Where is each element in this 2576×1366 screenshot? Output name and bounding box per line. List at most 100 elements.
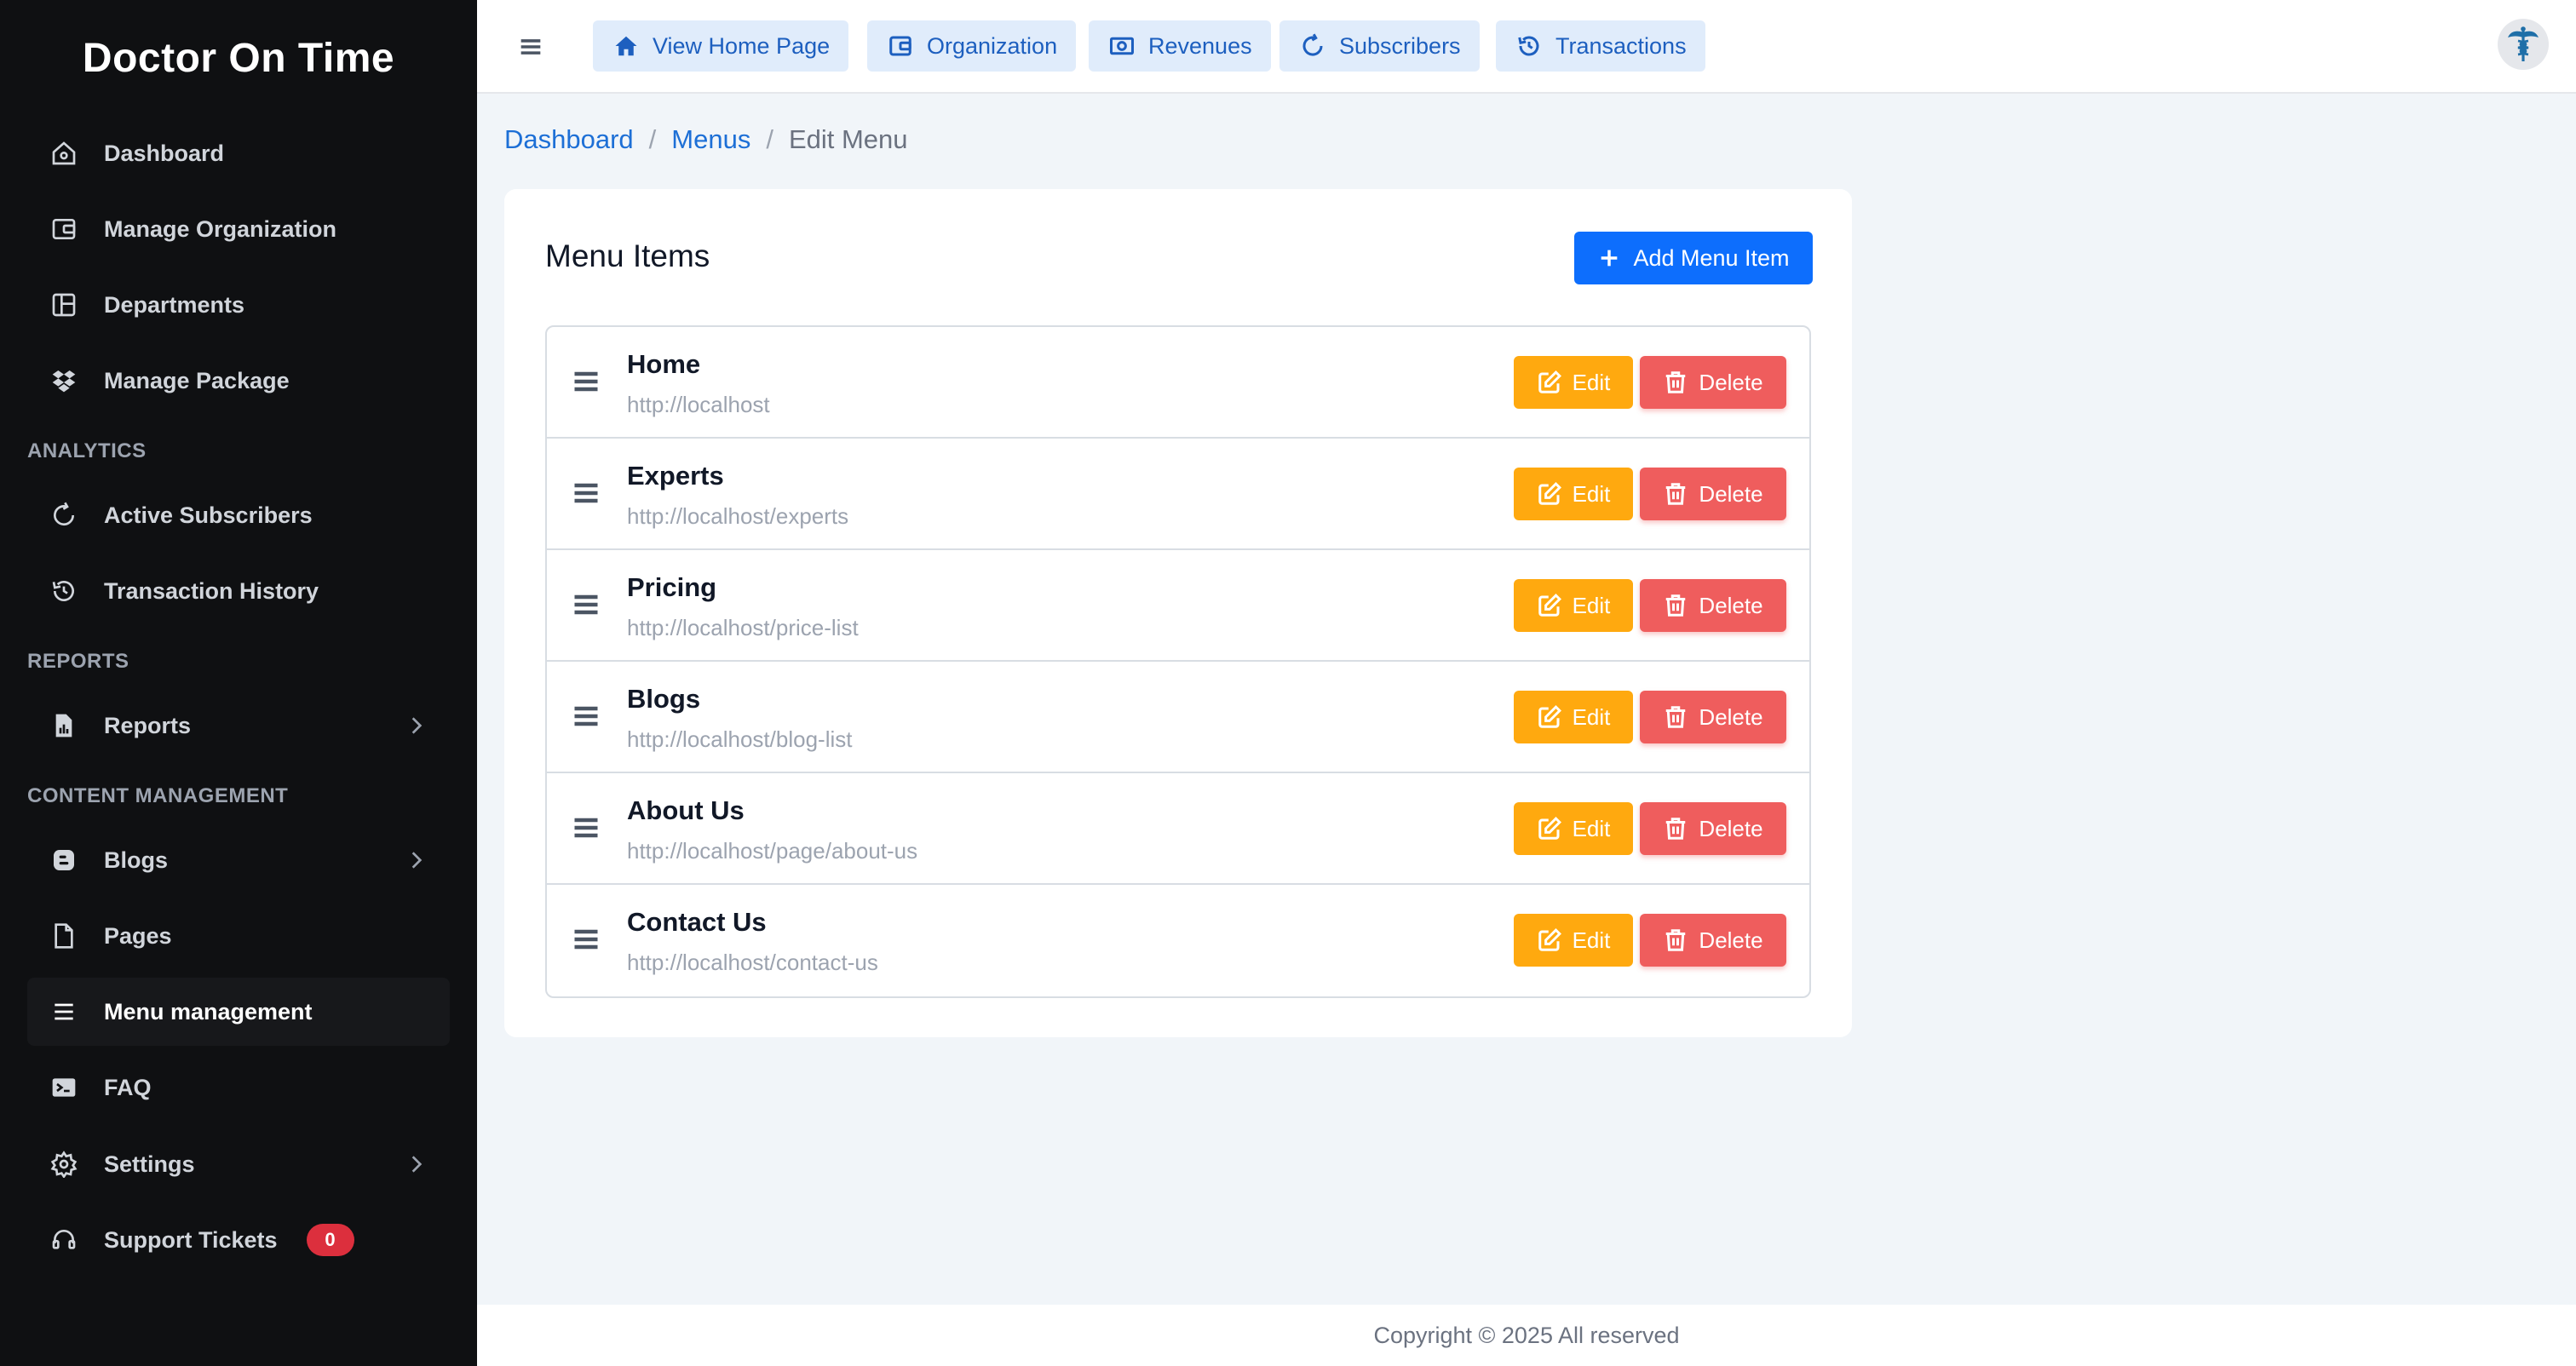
edit-button[interactable]: Edit (1514, 802, 1633, 855)
edit-icon (1537, 370, 1562, 395)
section-label-content-management: CONTENT MANAGEMENT (27, 784, 289, 807)
delete-label: Delete (1699, 927, 1763, 953)
edit-label: Edit (1572, 480, 1611, 507)
plus-icon (1597, 246, 1621, 270)
edit-button[interactable]: Edit (1514, 691, 1633, 743)
breadcrumb-link-dashboard[interactable]: Dashboard (504, 124, 634, 155)
organization-label: Organization (927, 32, 1058, 59)
sidebar-item-label: Manage Package (104, 367, 290, 393)
delete-label: Delete (1699, 592, 1763, 618)
sidebar-item-label: Dashboard (104, 140, 225, 166)
menu-item-url: http://localhost/price-list (627, 615, 859, 640)
trash-icon (1663, 704, 1688, 730)
breadcrumb-current: Edit Menu (788, 124, 908, 154)
sidebar-item-transaction-history[interactable]: Transaction History (27, 557, 450, 625)
file-icon (49, 921, 78, 950)
user-avatar[interactable] (2498, 19, 2549, 70)
refresh-icon (49, 501, 78, 530)
delete-label: Delete (1699, 815, 1763, 841)
menu-item-title: Contact Us (627, 907, 767, 937)
sidebar-item-blogs[interactable]: Blogs (27, 826, 450, 894)
transactions-label: Transactions (1555, 32, 1687, 59)
sidebar-item-manage-package[interactable]: Manage Package (27, 347, 450, 415)
organization-button[interactable]: Organization (867, 20, 1077, 72)
sidebar-item-dashboard[interactable]: Dashboard (27, 119, 450, 187)
edit-icon (1537, 593, 1562, 618)
delete-label: Delete (1699, 369, 1763, 395)
delete-button[interactable]: Delete (1640, 579, 1786, 632)
chevron-right-icon (405, 715, 428, 737)
subscribers-button[interactable]: Subscribers (1279, 20, 1480, 72)
drag-handle-icon[interactable] (571, 812, 601, 843)
support-tickets-count-badge: 0 (306, 1224, 354, 1256)
delete-button[interactable]: Delete (1640, 914, 1786, 967)
menu-item-url: http://localhost/experts (627, 503, 849, 529)
sidebar-item-faq[interactable]: FAQ (27, 1053, 450, 1122)
menu-item-url: http://localhost/blog-list (627, 726, 853, 752)
sidebar-item-support-tickets[interactable]: Support Tickets 0 (27, 1206, 450, 1274)
wallet-icon (886, 32, 915, 60)
sidebar-item-manage-organization[interactable]: Manage Organization (27, 195, 450, 263)
delete-button[interactable]: Delete (1640, 691, 1786, 743)
edit-icon (1537, 816, 1562, 841)
breadcrumb: Dashboard / Menus / Edit Menu (504, 124, 908, 155)
footer: Copyright © 2025 All reserved (477, 1305, 2576, 1366)
drag-handle-icon[interactable] (571, 924, 601, 955)
revenues-label: Revenues (1148, 32, 1252, 59)
report-icon (49, 711, 78, 740)
history-icon (49, 577, 78, 606)
menu-item-url: http://localhost (627, 392, 770, 417)
edit-icon (1537, 927, 1562, 953)
breadcrumb-separator: / (766, 124, 773, 154)
sidebar-item-label: Departments (104, 291, 245, 318)
sidebar-item-pages[interactable]: Pages (27, 902, 450, 970)
revenues-button[interactable]: Revenues (1089, 20, 1271, 72)
sidebar-item-settings[interactable]: Settings (27, 1130, 450, 1198)
section-label-reports: REPORTS (27, 650, 129, 673)
edit-button[interactable]: Edit (1514, 468, 1633, 520)
view-home-page-button[interactable]: View Home Page (593, 20, 849, 72)
sidebar-item-active-subscribers[interactable]: Active Subscribers (27, 481, 450, 549)
transactions-button[interactable]: Transactions (1496, 20, 1705, 72)
breadcrumb-link-menus[interactable]: Menus (671, 124, 750, 155)
sidebar-item-reports[interactable]: Reports (27, 692, 450, 760)
chevron-right-icon (405, 849, 428, 871)
edit-label: Edit (1572, 927, 1611, 953)
topbar: View Home Page Organization Revenues Sub… (477, 0, 2576, 94)
dropbox-icon (49, 366, 78, 395)
edit-button[interactable]: Edit (1514, 356, 1633, 409)
delete-label: Delete (1699, 480, 1763, 507)
hamburger-menu-icon[interactable] (516, 32, 545, 61)
menu-item-url: http://localhost/page/about-us (627, 838, 918, 864)
drag-handle-icon[interactable] (571, 478, 601, 508)
sidebar-item-departments[interactable]: Departments (27, 271, 450, 339)
trash-icon (1663, 927, 1688, 953)
sidebar-item-label: Settings (104, 1151, 195, 1177)
menu-item-title: Blogs (627, 684, 701, 714)
delete-button[interactable]: Delete (1640, 468, 1786, 520)
layout-icon (49, 290, 78, 319)
add-menu-item-button[interactable]: Add Menu Item (1574, 232, 1813, 284)
trash-icon (1663, 370, 1688, 395)
terminal-icon (49, 1073, 78, 1102)
copyright-text: Copyright © 2025 All reserved (1373, 1322, 1680, 1348)
drag-handle-icon[interactable] (571, 701, 601, 732)
menu-item-url: http://localhost/contact-us (627, 950, 878, 975)
sidebar-item-label: Active Subscribers (104, 502, 313, 528)
edit-label: Edit (1572, 815, 1611, 841)
edit-icon (1537, 481, 1562, 507)
sidebar-item-label: Support Tickets (104, 1226, 278, 1253)
edit-button[interactable]: Edit (1514, 579, 1633, 632)
sidebar-item-label: Blogs (104, 847, 169, 873)
edit-button[interactable]: Edit (1514, 914, 1633, 967)
drag-handle-icon[interactable] (571, 366, 601, 397)
delete-button[interactable]: Delete (1640, 802, 1786, 855)
trash-icon (1663, 481, 1688, 507)
delete-button[interactable]: Delete (1640, 356, 1786, 409)
list-item: Home http://localhost Edit Delete (547, 327, 1809, 439)
drag-handle-icon[interactable] (571, 589, 601, 620)
sidebar: Doctor On Time Dashboard Manage Organiza… (0, 0, 477, 1366)
gear-icon (49, 1150, 78, 1179)
refresh-icon (1298, 32, 1327, 60)
sidebar-item-menu-management[interactable]: Menu management (27, 978, 450, 1046)
